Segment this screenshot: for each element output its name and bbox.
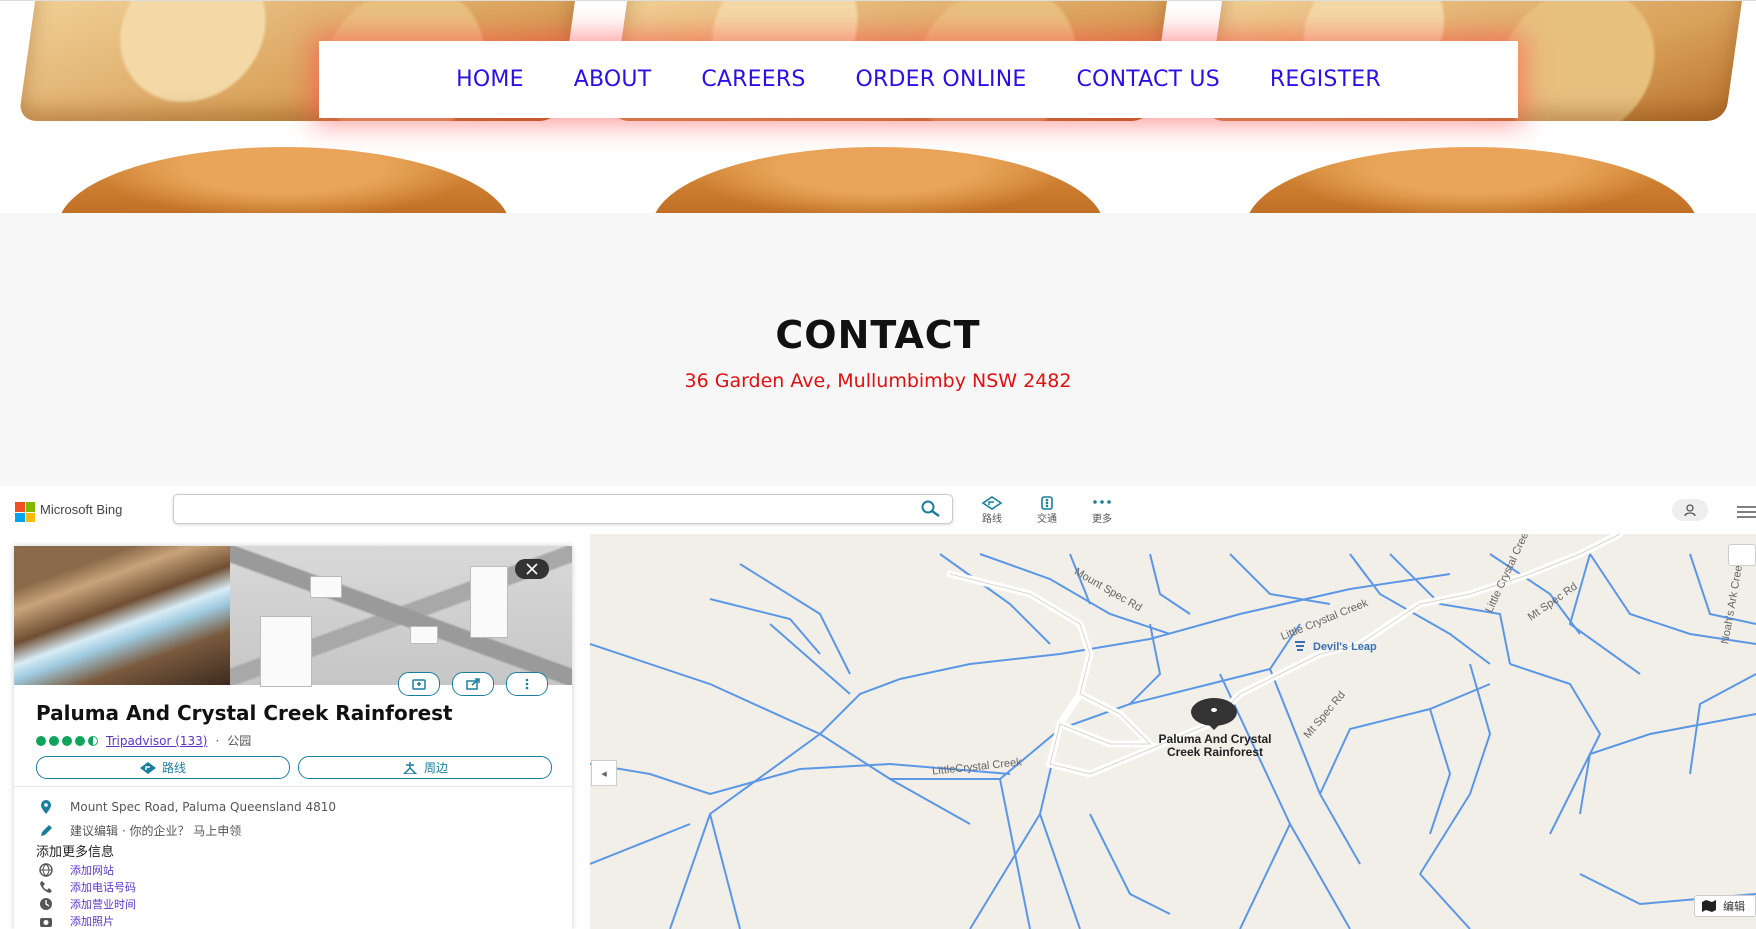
- add-photo-row[interactable]: 添加照片: [36, 913, 114, 929]
- rating-dot: [75, 735, 85, 746]
- nearby-icon: [402, 761, 418, 774]
- traffic-icon: [1041, 496, 1053, 510]
- add-website-row[interactable]: 添加网站: [36, 862, 114, 878]
- rating-dot: [88, 735, 98, 746]
- tool-more[interactable]: 更多: [1082, 496, 1122, 525]
- contact-address: 36 Garden Ave, Mullumbimby NSW 2482: [684, 370, 1072, 392]
- add-photo-link[interactable]: 添加照片: [70, 913, 114, 929]
- map-icon: [1702, 900, 1716, 912]
- rating-dot: [49, 735, 59, 746]
- devils-leap-label: Devil's Leap: [1293, 640, 1377, 654]
- place-info-panel: Paluma And Crystal Creek Rainforest Trip…: [14, 546, 572, 929]
- camera-icon: [40, 918, 52, 927]
- map-mode-label: 编辑: [1723, 900, 1745, 913]
- location-pin-icon[interactable]: [1190, 696, 1238, 732]
- contact-section: CONTACT 36 Garden Ave, Mullumbimby NSW 2…: [0, 213, 1756, 486]
- hero-banner: HOME ABOUT CAREERS ORDER ONLINE CONTACT …: [0, 0, 1756, 214]
- bread-image: [652, 147, 1104, 214]
- address-row: Mount Spec Road, Paluma Queensland 4810: [36, 800, 336, 814]
- place-photo[interactable]: [14, 546, 230, 685]
- clock-icon: [40, 898, 52, 910]
- place-rating: Tripadvisor (133) · 公园: [36, 732, 251, 749]
- edit-icon: [41, 824, 52, 836]
- globe-icon: [39, 863, 53, 877]
- suggest-edit-row[interactable]: 建议编辑 · 你的企业？ 马上申领: [36, 822, 241, 839]
- share-icon: [466, 678, 480, 690]
- illustration-building: [410, 626, 438, 644]
- add-phone-link[interactable]: 添加电话号码: [70, 879, 136, 895]
- save-button[interactable]: [398, 672, 440, 696]
- nav-about-link[interactable]: ABOUT: [574, 67, 652, 92]
- devils-leap-text: Devil's Leap: [1313, 641, 1377, 653]
- map-canvas[interactable]: Paluma And Crystal Creek Rainforest Devi…: [590, 534, 1756, 929]
- add-hours-row[interactable]: 添加营业时间: [36, 896, 136, 912]
- nav-careers-link[interactable]: CAREERS: [701, 67, 805, 92]
- nav-contact-us-link[interactable]: CONTACT US: [1077, 67, 1220, 92]
- more-info-title: 添加更多信息: [36, 845, 115, 860]
- add-hours-link[interactable]: 添加营业时间: [70, 896, 136, 912]
- panel-divider: [14, 786, 572, 787]
- place-title: Paluma And Crystal Creek Rainforest: [36, 701, 453, 725]
- close-icon: [526, 563, 538, 575]
- bread-image: [1246, 147, 1698, 214]
- tool-traffic-label: 交通: [1037, 514, 1057, 525]
- tool-more-label: 更多: [1092, 514, 1112, 525]
- collapse-panel-button[interactable]: ◂: [591, 760, 617, 786]
- nav-order-online-link[interactable]: ORDER ONLINE: [856, 67, 1027, 92]
- more-icon: [1093, 500, 1111, 504]
- microsoft-logo-icon: [15, 502, 35, 522]
- bing-search-input[interactable]: [173, 494, 953, 524]
- close-panel-button[interactable]: [515, 559, 549, 579]
- map-mode-button[interactable]: 编辑: [1694, 895, 1756, 917]
- tool-directions-label: 路线: [982, 514, 1002, 525]
- nearby-label: 周边: [423, 761, 448, 775]
- directions-icon: [139, 761, 156, 774]
- rating-separator: ·: [215, 733, 220, 748]
- tool-traffic[interactable]: 交通: [1027, 496, 1067, 525]
- bread-image: [58, 147, 510, 214]
- map-layers-button[interactable]: [1728, 544, 1756, 566]
- nearby-button[interactable]: 周边: [298, 756, 552, 779]
- more-vertical-icon: [525, 678, 529, 690]
- place-pin-label: Paluma And Crystal Creek Rainforest: [1125, 733, 1305, 759]
- location-icon: [41, 800, 51, 814]
- rating-dot: [36, 735, 46, 746]
- user-icon: [1684, 504, 1696, 517]
- more-options-button[interactable]: [506, 672, 548, 696]
- main-nav: HOME ABOUT CAREERS ORDER ONLINE CONTACT …: [319, 41, 1518, 118]
- phone-icon: [40, 881, 52, 893]
- directions-icon: [981, 496, 1003, 510]
- hamburger-menu-icon[interactable]: [1737, 504, 1756, 523]
- contact-heading: CONTACT: [775, 313, 981, 357]
- user-account-button[interactable]: [1672, 499, 1708, 521]
- save-icon: [412, 679, 426, 690]
- bing-toolbar: Microsoft Bing 路线 交通 更多: [0, 486, 1756, 534]
- place-category: 公园: [227, 734, 252, 748]
- rating-dot: [62, 735, 72, 746]
- nav-home-link[interactable]: HOME: [456, 67, 524, 92]
- share-button[interactable]: [452, 672, 494, 696]
- waterfall-icon: [1295, 641, 1305, 651]
- directions-button[interactable]: 路线: [36, 756, 290, 779]
- bing-map-embed: Microsoft Bing 路线 交通 更多 Paluma And Cryst…: [0, 486, 1756, 929]
- address-text: Mount Spec Road, Paluma Queensland 4810: [70, 800, 336, 814]
- illustration-building: [470, 566, 508, 638]
- tool-directions[interactable]: 路线: [972, 496, 1012, 525]
- nav-register-link[interactable]: REGISTER: [1270, 67, 1381, 92]
- search-icon[interactable]: [920, 500, 942, 522]
- bing-brand: Microsoft Bing: [40, 502, 123, 517]
- directions-label: 路线: [161, 761, 186, 775]
- illustration-building: [310, 576, 342, 598]
- suggest-edit-text[interactable]: 建议编辑 · 你的企业？ 马上申领: [70, 822, 241, 839]
- add-phone-row[interactable]: 添加电话号码: [36, 879, 136, 895]
- add-website-link[interactable]: 添加网站: [70, 862, 114, 878]
- place-pin-label-line2: Creek Rainforest: [1166, 745, 1264, 759]
- tripadvisor-link[interactable]: Tripadvisor (133): [106, 734, 207, 748]
- illustration-building: [260, 616, 312, 687]
